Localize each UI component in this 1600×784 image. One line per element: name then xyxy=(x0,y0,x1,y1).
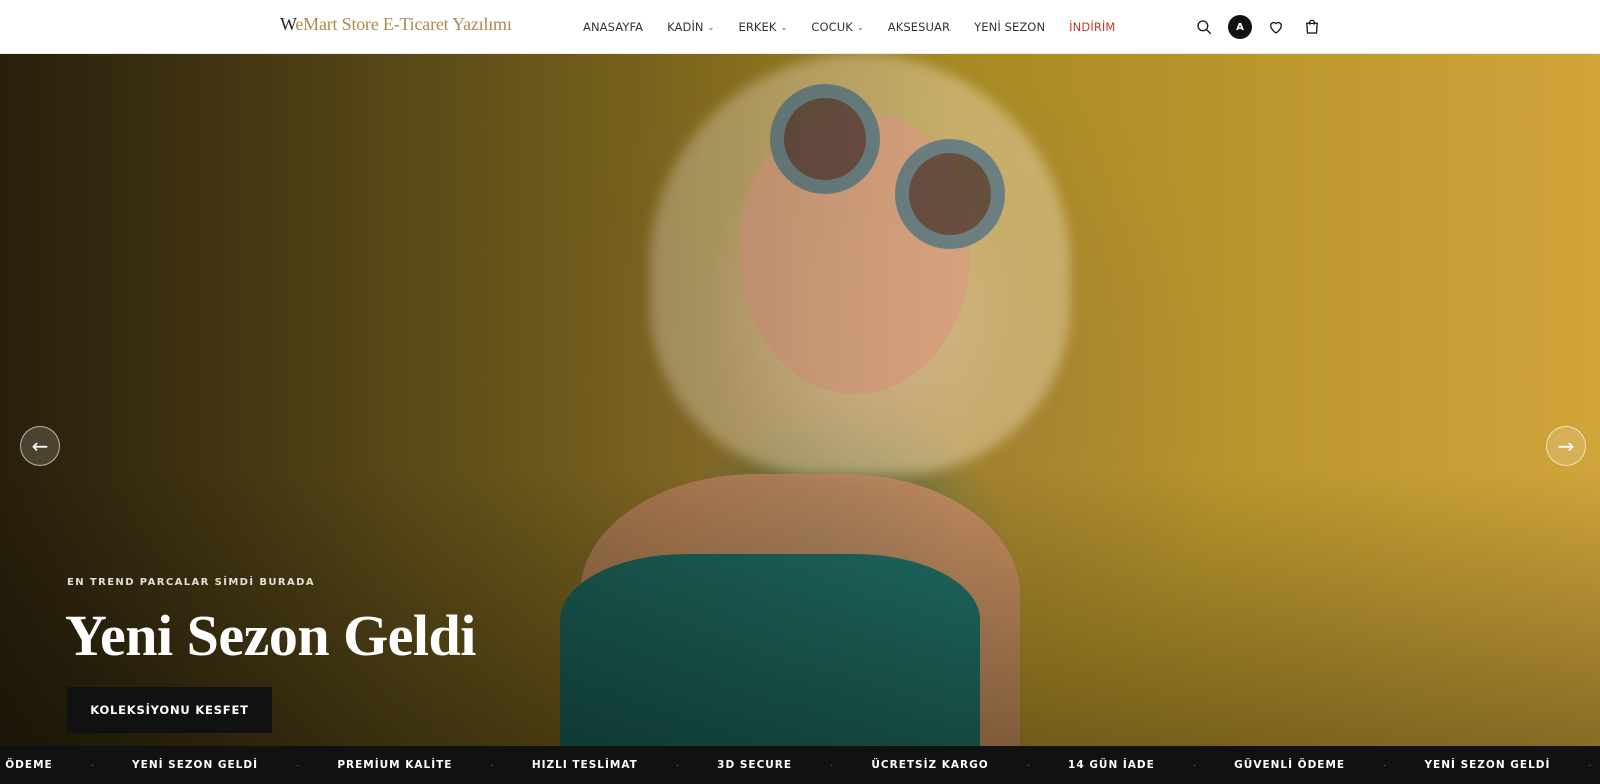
logo[interactable]: WeMart Store E-Ticaret Yazılımı xyxy=(280,14,512,35)
explore-collection-button[interactable]: KOLEKSİYONU KESFET xyxy=(67,687,272,733)
marquee-item: HIZLI TESLİMAT xyxy=(531,759,638,771)
nav-label: AKSESUAR xyxy=(887,20,951,34)
nav-item-cocuk[interactable]: COCUK ⌄ xyxy=(811,20,863,34)
search-icon[interactable] xyxy=(1191,14,1217,40)
nav-label: ERKEK xyxy=(738,20,777,34)
account-button[interactable]: A xyxy=(1227,14,1253,40)
marquee-item: YENİ SEZON GELDİ xyxy=(132,759,258,771)
hero-slider: ← → EN TREND PARCALAR SİMDİ BURADA Yeni … xyxy=(0,54,1600,746)
nav-item-anasayfa[interactable]: ANASAYFA xyxy=(583,20,643,34)
nav-item-yeni-sezon[interactable]: YENİ SEZON xyxy=(974,20,1045,34)
nav-item-kadin[interactable]: KADİN ⌄ xyxy=(667,20,714,34)
marquee-item: YENİ SEZON GELDİ xyxy=(1424,759,1551,771)
logo-text: eMart Store E-Ticaret Yazılımı xyxy=(295,14,512,34)
marquee-separator: · xyxy=(1588,759,1592,771)
marquee-item: ÜCRETSİZ KARGO xyxy=(871,759,989,771)
avatar: A xyxy=(1228,15,1252,39)
marquee-separator: · xyxy=(830,759,834,771)
chevron-down-icon: ⌄ xyxy=(707,22,715,32)
header-actions: A xyxy=(1191,14,1335,40)
marquee-separator: · xyxy=(1383,759,1387,771)
marquee-track: LI ÖDEME · YENİ SEZON GELDİ · PREMİUM KALİTE… xyxy=(0,746,1600,784)
site-header: WeMart Store E-Ticaret Yazılımı ANASAYFA… xyxy=(0,0,1600,54)
chevron-down-icon: ⌄ xyxy=(856,22,864,32)
nav-item-aksesuar[interactable]: AKSESUAR xyxy=(888,20,950,34)
hero-title: Yeni Sezon Geldi xyxy=(65,603,476,668)
marquee-separator: · xyxy=(296,759,300,771)
marquee-separator: · xyxy=(1026,759,1031,771)
marquee-separator: · xyxy=(490,759,494,771)
heart-icon[interactable] xyxy=(1263,14,1289,40)
marquee-item: 3D SECURE xyxy=(717,759,793,771)
announcement-marquee: LI ÖDEME · YENİ SEZON GELDİ · PREMİUM KALİTE… xyxy=(0,746,1600,784)
marquee-item: GÜVENLİ ÖDEME xyxy=(1234,759,1346,771)
nav-item-indirim[interactable]: İNDİRİM xyxy=(1069,20,1115,34)
nav-label: KADİN xyxy=(667,20,704,34)
chevron-down-icon: ⌄ xyxy=(780,22,788,32)
marquee-item: 14 GÜN İADE xyxy=(1068,759,1155,771)
nav-label: COCUK xyxy=(811,20,853,34)
slider-prev-button[interactable]: ← xyxy=(20,426,60,466)
marquee-separator: · xyxy=(90,759,95,771)
nav-label: ANASAYFA xyxy=(583,20,644,34)
logo-initial: W xyxy=(280,14,296,34)
main-nav: ANASAYFA KADİN ⌄ ERKEK ⌄ COCUK ⌄ AKSESUAR Y… xyxy=(583,0,1139,54)
hero-eyebrow: EN TREND PARCALAR SİMDİ BURADA xyxy=(67,577,316,588)
marquee-item: LI ÖDEME xyxy=(0,759,53,771)
slider-next-button[interactable]: → xyxy=(1546,426,1586,466)
marquee-separator: · xyxy=(1192,759,1197,771)
nav-item-erkek[interactable]: ERKEK ⌄ xyxy=(738,20,787,34)
marquee-separator: · xyxy=(675,759,680,771)
marquee-item: PREMİUM KALİTE xyxy=(337,759,453,771)
nav-label: YENİ SEZON xyxy=(974,20,1046,34)
nav-label: İNDİRİM xyxy=(1069,20,1116,34)
bag-icon[interactable] xyxy=(1299,14,1325,40)
